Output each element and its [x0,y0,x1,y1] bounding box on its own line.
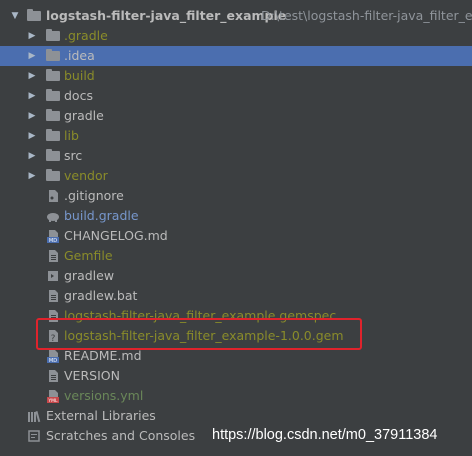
tree-folder-3[interactable]: ▶ docs [0,86,472,106]
project-path: D:\test\logstash-filter-java_filter_exar [261,8,472,23]
shell-script-icon [46,269,60,283]
gitignore-file-icon [46,189,60,203]
tree-item-label: gradlew [64,268,115,283]
text-file-icon [46,369,60,383]
tree-folder-6[interactable]: ▶ src [0,146,472,166]
tree-file-10[interactable]: MD CHANGELOG.md [0,226,472,246]
chevron-right-icon[interactable]: ▶ [27,166,37,186]
tree-root[interactable]: ▼ logstash-filter-java_filter_example D:\t… [0,6,472,26]
tree-item-label: build.gradle [64,208,139,223]
tree-item-label: docs [64,88,93,103]
yaml-file-icon: YML [46,389,60,404]
tree-file-12[interactable]: gradlew [0,266,472,286]
tree-item-label: VERSION [64,368,120,383]
tree-file-18[interactable]: YML versions.yml [0,386,472,406]
tree-folder-4[interactable]: ▶ gradle [0,106,472,126]
chevron-right-icon[interactable]: ▶ [27,26,37,46]
watermark: https://blog.csdn.net/m0_37911384 [212,427,438,443]
tree-item-label: Scratches and Consoles [46,428,196,443]
tree-folder-2[interactable]: ▶ build [0,66,472,86]
folder-icon [46,89,60,103]
tree-item-label: vendor [64,168,108,183]
chevron-right-icon[interactable]: ▶ [27,66,37,86]
tree-item-label: .gradle [64,28,108,43]
folder-icon [27,9,41,23]
tree-item-label: versions.yml [64,388,144,403]
folder-icon [46,29,60,43]
tree-folder-7[interactable]: ▶ vendor [0,166,472,186]
tree-file-17[interactable]: VERSION [0,366,472,386]
markdown-file-icon: MD [46,229,60,244]
chevron-right-icon[interactable]: ▶ [27,46,37,66]
text-file-icon [46,249,60,263]
project-name: logstash-filter-java_filter_example [46,8,287,23]
tree-file-13[interactable]: gradlew.bat [0,286,472,306]
chevron-right-icon[interactable]: ▶ [27,126,37,146]
tree-folder-1[interactable]: ▶ .idea [0,46,472,66]
tree-item-label: build [64,68,95,83]
tree-file-8[interactable]: .gitignore [0,186,472,206]
tree-file-11[interactable]: Gemfile [0,246,472,266]
gradle-elephant-icon [46,209,60,223]
tree-folder-0[interactable]: ▶ .gradle [0,26,472,46]
svg-text:MD: MD [49,238,57,243]
svg-text:MD: MD [49,358,57,363]
folder-icon [46,49,60,63]
annotation-highlight-box [36,318,362,350]
chevron-right-icon[interactable]: ▶ [27,106,37,126]
folder-icon [46,129,60,143]
tree-item-label: src [64,148,83,163]
folder-icon [46,149,60,163]
tree-file-9[interactable]: build.gradle [0,206,472,226]
chevron-right-icon[interactable]: ▶ [27,86,37,106]
external-libraries[interactable]: External Libraries [0,406,472,426]
tree-item-label: CHANGELOG.md [64,228,168,243]
folder-icon [46,109,60,123]
folder-icon [46,69,60,83]
tree-item-label: Gemfile [64,248,113,263]
chevron-down-icon[interactable]: ▼ [10,6,20,26]
tree-item-label: .idea [64,48,95,63]
tree-item-label: .gitignore [64,188,124,203]
text-file-icon [46,289,60,303]
markdown-file-icon: MD [46,349,60,364]
library-icon [27,409,41,423]
tree-item-label: External Libraries [46,408,156,423]
chevron-right-icon[interactable]: ▶ [27,146,37,166]
tree-item-label: lib [64,128,79,143]
tree-item-label: gradle [64,108,104,123]
folder-icon [46,169,60,183]
svg-text:YML: YML [47,398,58,403]
scratches-icon [27,429,41,443]
tree-folder-5[interactable]: ▶ lib [0,126,472,146]
tree-item-label: gradlew.bat [64,288,138,303]
